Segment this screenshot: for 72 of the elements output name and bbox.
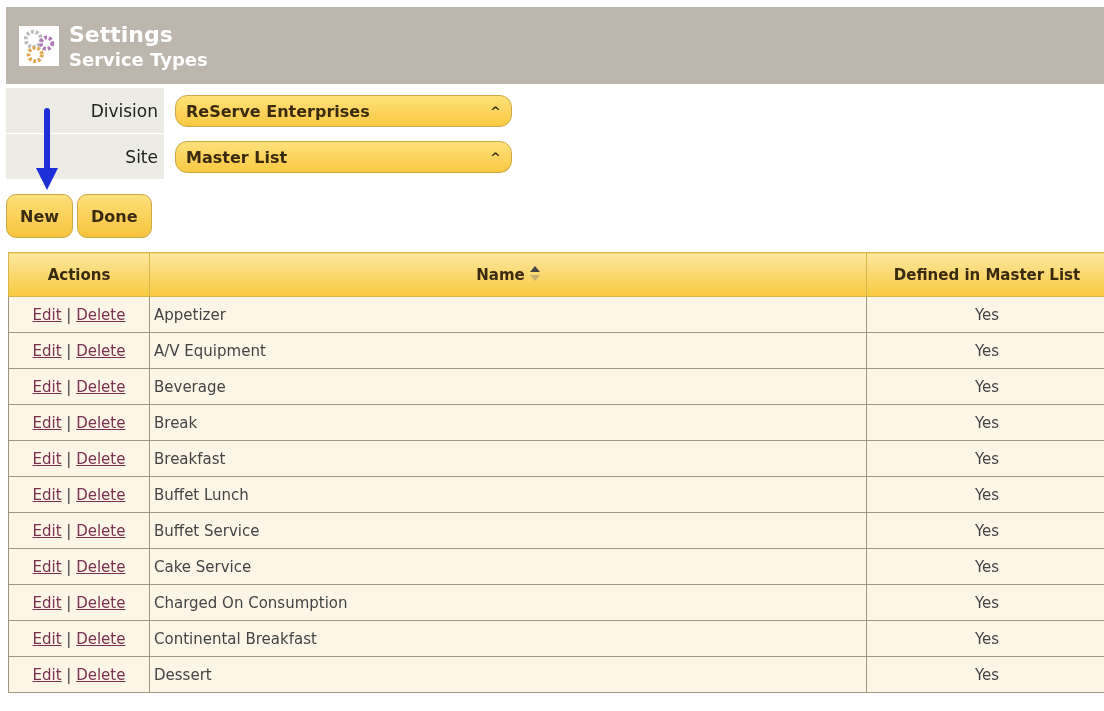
edit-link[interactable]: Edit (32, 593, 62, 612)
link-separator: | (65, 593, 73, 612)
delete-link[interactable]: Delete (76, 377, 126, 396)
action-button[interactable]: Done (77, 194, 152, 238)
table-cell: Break (149, 404, 867, 441)
column-header[interactable]: Defined in Master List (866, 252, 1104, 297)
filter-label: Division (6, 88, 164, 134)
delete-link[interactable]: Delete (76, 305, 126, 324)
column-header[interactable]: Actions (8, 252, 150, 297)
edit-link[interactable]: Edit (32, 413, 62, 432)
link-separator: | (65, 377, 73, 396)
table-cell: Yes (866, 512, 1104, 549)
page-subtitle: Service Types (69, 48, 208, 70)
table-cell: Yes (866, 656, 1104, 693)
gears-icon (19, 25, 59, 66)
edit-link[interactable]: Edit (32, 521, 62, 540)
table-cell: Yes (866, 368, 1104, 405)
caret-icon: ^ (490, 149, 501, 165)
edit-link[interactable]: Edit (32, 341, 62, 360)
delete-link[interactable]: Delete (76, 449, 126, 468)
edit-link[interactable]: Edit (32, 485, 62, 504)
edit-link[interactable]: Edit (32, 629, 62, 648)
delete-link[interactable]: Delete (76, 593, 126, 612)
table-cell: Dessert (149, 656, 867, 693)
edit-link[interactable]: Edit (32, 449, 62, 468)
link-separator: | (65, 341, 73, 360)
link-separator: | (65, 485, 73, 504)
edit-link[interactable]: Edit (32, 557, 62, 576)
table-cell: Yes (866, 476, 1104, 513)
dropdown-field[interactable]: ReServe Enterprises ^ (175, 95, 512, 127)
table-cell: Charged On Consumption (149, 584, 867, 621)
delete-link[interactable]: Delete (76, 665, 126, 684)
column-header-cell[interactable]: Name (149, 252, 867, 297)
edit-link[interactable]: Edit (32, 377, 62, 396)
edit-link[interactable]: Edit (32, 305, 62, 324)
link-separator: | (65, 305, 73, 324)
link-separator: | (65, 629, 73, 648)
table-cell: Yes (866, 548, 1104, 585)
table-cell: Yes (866, 404, 1104, 441)
link-separator: | (65, 665, 73, 684)
column-header-label: Name (476, 265, 525, 284)
table-cell: A/V Equipment (149, 332, 867, 369)
dropdown-field[interactable]: Master List ^ (175, 141, 512, 173)
sort-icon[interactable] (529, 265, 540, 282)
delete-link[interactable]: Delete (76, 341, 126, 360)
page-title: Settings (69, 21, 174, 47)
table-cell: Yes (866, 440, 1104, 477)
delete-link[interactable]: Delete (76, 629, 126, 648)
table-cell: Buffet Lunch (149, 476, 867, 513)
filter-label: Site (6, 134, 164, 180)
delete-link[interactable]: Delete (76, 413, 126, 432)
action-button[interactable]: New (6, 194, 74, 238)
delete-link[interactable]: Delete (76, 485, 126, 504)
table-cell: Cake Service (149, 548, 867, 585)
table-cell: Buffet Service (149, 512, 867, 549)
arrow-icon (36, 108, 58, 190)
delete-link[interactable]: Delete (76, 521, 126, 540)
table-cell: Beverage (149, 368, 867, 405)
link-separator: | (65, 557, 73, 576)
link-separator: | (65, 449, 73, 468)
link-separator: | (65, 413, 73, 432)
table-cell: Yes (866, 296, 1104, 333)
table-cell: Breakfast (149, 440, 867, 477)
delete-link[interactable]: Delete (76, 557, 126, 576)
link-separator: | (65, 521, 73, 540)
caret-icon: ^ (490, 103, 501, 119)
table-cell: Yes (866, 620, 1104, 657)
table-cell: Appetizer (149, 296, 867, 333)
table-cell: Yes (866, 584, 1104, 621)
table-cell: Yes (866, 332, 1104, 369)
edit-link[interactable]: Edit (32, 665, 62, 684)
table-cell: Continental Breakfast (149, 620, 867, 657)
